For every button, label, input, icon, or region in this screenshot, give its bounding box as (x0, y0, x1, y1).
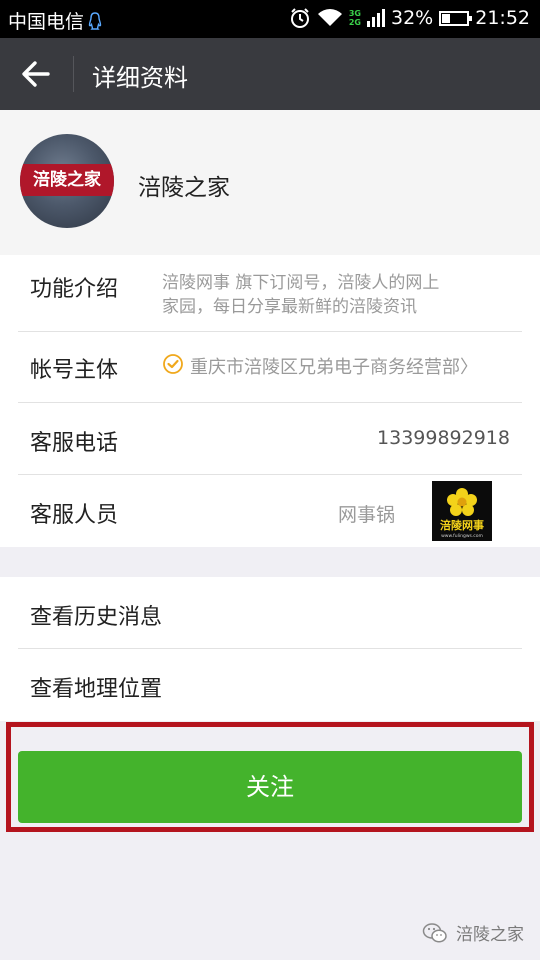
network-2g-label: 2G (348, 18, 361, 27)
follow-button[interactable]: 关注 (18, 751, 522, 823)
view-history-label: 查看历史消息 (30, 605, 163, 630)
staff-logo-image[interactable]: 涪陵网事 www.fulingws.com (432, 481, 492, 541)
view-history-row[interactable]: 查看历史消息 (0, 577, 540, 649)
status-left: 中国电信 (8, 7, 102, 34)
staff-logo-url: www.fulingws.com (441, 533, 483, 539)
actions-card: 查看历史消息 查看地理位置 (0, 577, 540, 721)
avatar-text: 涪陵之家 (20, 164, 114, 196)
avatar[interactable]: 涪陵之家 (20, 134, 114, 228)
page-title: 详细资料 (92, 64, 188, 92)
staff-value: 网事锅 (338, 504, 396, 526)
phone-value[interactable]: 13399892918 (377, 427, 510, 449)
watermark-text: 涪陵之家 (456, 925, 524, 945)
view-location-label: 查看地理位置 (30, 677, 163, 702)
profile-header: 涪陵之家 涪陵之家 (0, 110, 540, 255)
intro-line-1: 涪陵网事 旗下订阅号，涪陵人的网上 (162, 273, 440, 293)
wifi-icon (317, 9, 342, 26)
title-divider (73, 56, 74, 92)
back-arrow-icon[interactable] (20, 58, 52, 90)
staff-label: 客服人员 (30, 503, 119, 528)
subject-label: 帐号主体 (30, 358, 119, 383)
subject-value[interactable]: 重庆市涪陵区兄弟电子商务经营部〉 (190, 353, 478, 379)
account-name: 涪陵之家 (138, 175, 230, 201)
alarm-icon (290, 8, 309, 28)
view-location-row[interactable]: 查看地理位置 (0, 649, 540, 721)
network-3g-label: 3G (348, 9, 361, 18)
staff-logo-text: 涪陵网事 (440, 518, 484, 532)
battery-percent: 32% (391, 7, 434, 29)
clock: 21:52 (475, 7, 530, 29)
signal-icon (367, 9, 385, 27)
watermark: 涪陵之家 (422, 920, 524, 945)
wechat-icon (422, 922, 447, 943)
battery-icon (439, 10, 473, 26)
status-right: 3G 2G 32% 21:52 (289, 7, 530, 29)
account-info-card: 功能介绍 涪陵网事 旗下订阅号，涪陵人的网上 家园，每日分享最新鲜的涪陵资讯 帐… (0, 255, 540, 547)
intro-text: 涪陵网事 旗下订阅号，涪陵人的网上 家园，每日分享最新鲜的涪陵资讯 (162, 271, 517, 319)
phone-label: 客服电话 (30, 431, 119, 456)
intro-line-2: 家园，每日分享最新鲜的涪陵资讯 (162, 297, 417, 317)
qq-icon (88, 11, 102, 30)
carrier-name: 中国电信 (8, 11, 85, 33)
intro-label: 功能介绍 (30, 277, 119, 302)
title-bar: 详细资料 (0, 38, 540, 110)
status-bar: 中国电信 3G 2G 32% 21:52 (0, 0, 540, 38)
verified-icon (163, 354, 183, 374)
network-type: 3G 2G (349, 9, 361, 27)
